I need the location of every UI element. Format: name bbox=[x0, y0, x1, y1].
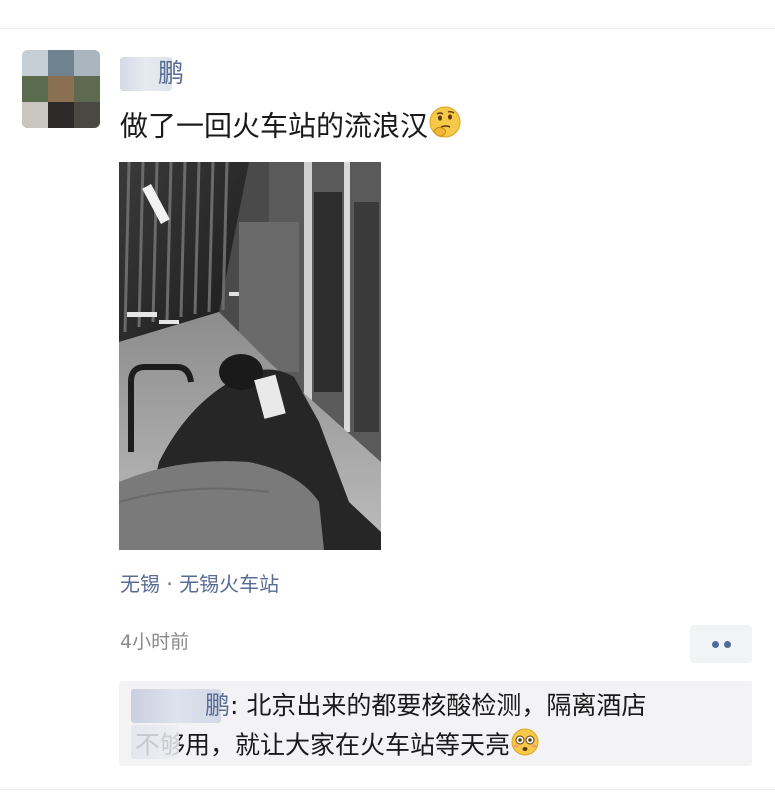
bottom-divider bbox=[0, 789, 775, 790]
commenter-text-redaction bbox=[131, 725, 179, 759]
comment-separator: : bbox=[230, 691, 247, 720]
comment-box: 鹏: 北京出来的都要核酸检测，隔离酒店 不够用，就让大家在火车站等天亮 bbox=[119, 681, 752, 766]
post-text-content: 做了一回火车站的流浪汉 bbox=[120, 109, 429, 143]
commenter-name[interactable]: 鹏 bbox=[205, 691, 230, 720]
avatar[interactable] bbox=[22, 50, 100, 128]
location-link[interactable]: 无锡 · 无锡火车站 bbox=[120, 570, 279, 598]
post-photo[interactable] bbox=[119, 162, 381, 550]
thinking-face-emoji bbox=[428, 105, 462, 150]
post-timestamp: 4小时前 bbox=[120, 631, 190, 653]
comment-text-line1: 北京出来的都要核酸检测，隔离酒店 bbox=[246, 691, 647, 720]
more-actions-button[interactable] bbox=[690, 625, 752, 663]
flushed-face-emoji bbox=[510, 727, 540, 766]
comment-line-2[interactable]: 不够用，就让大家在火车站等天亮 bbox=[135, 727, 540, 766]
comment-text-line2: 不够用，就让大家在火车站等天亮 bbox=[135, 730, 511, 760]
two-dots-icon bbox=[712, 641, 719, 648]
post-text: 做了一回火车站的流浪汉 bbox=[120, 105, 462, 150]
top-divider bbox=[0, 28, 775, 29]
comment-line-1[interactable]: 鹏: 北京出来的都要核酸检测，隔离酒店 bbox=[205, 689, 646, 723]
author-name[interactable]: 鹏 bbox=[158, 57, 184, 91]
